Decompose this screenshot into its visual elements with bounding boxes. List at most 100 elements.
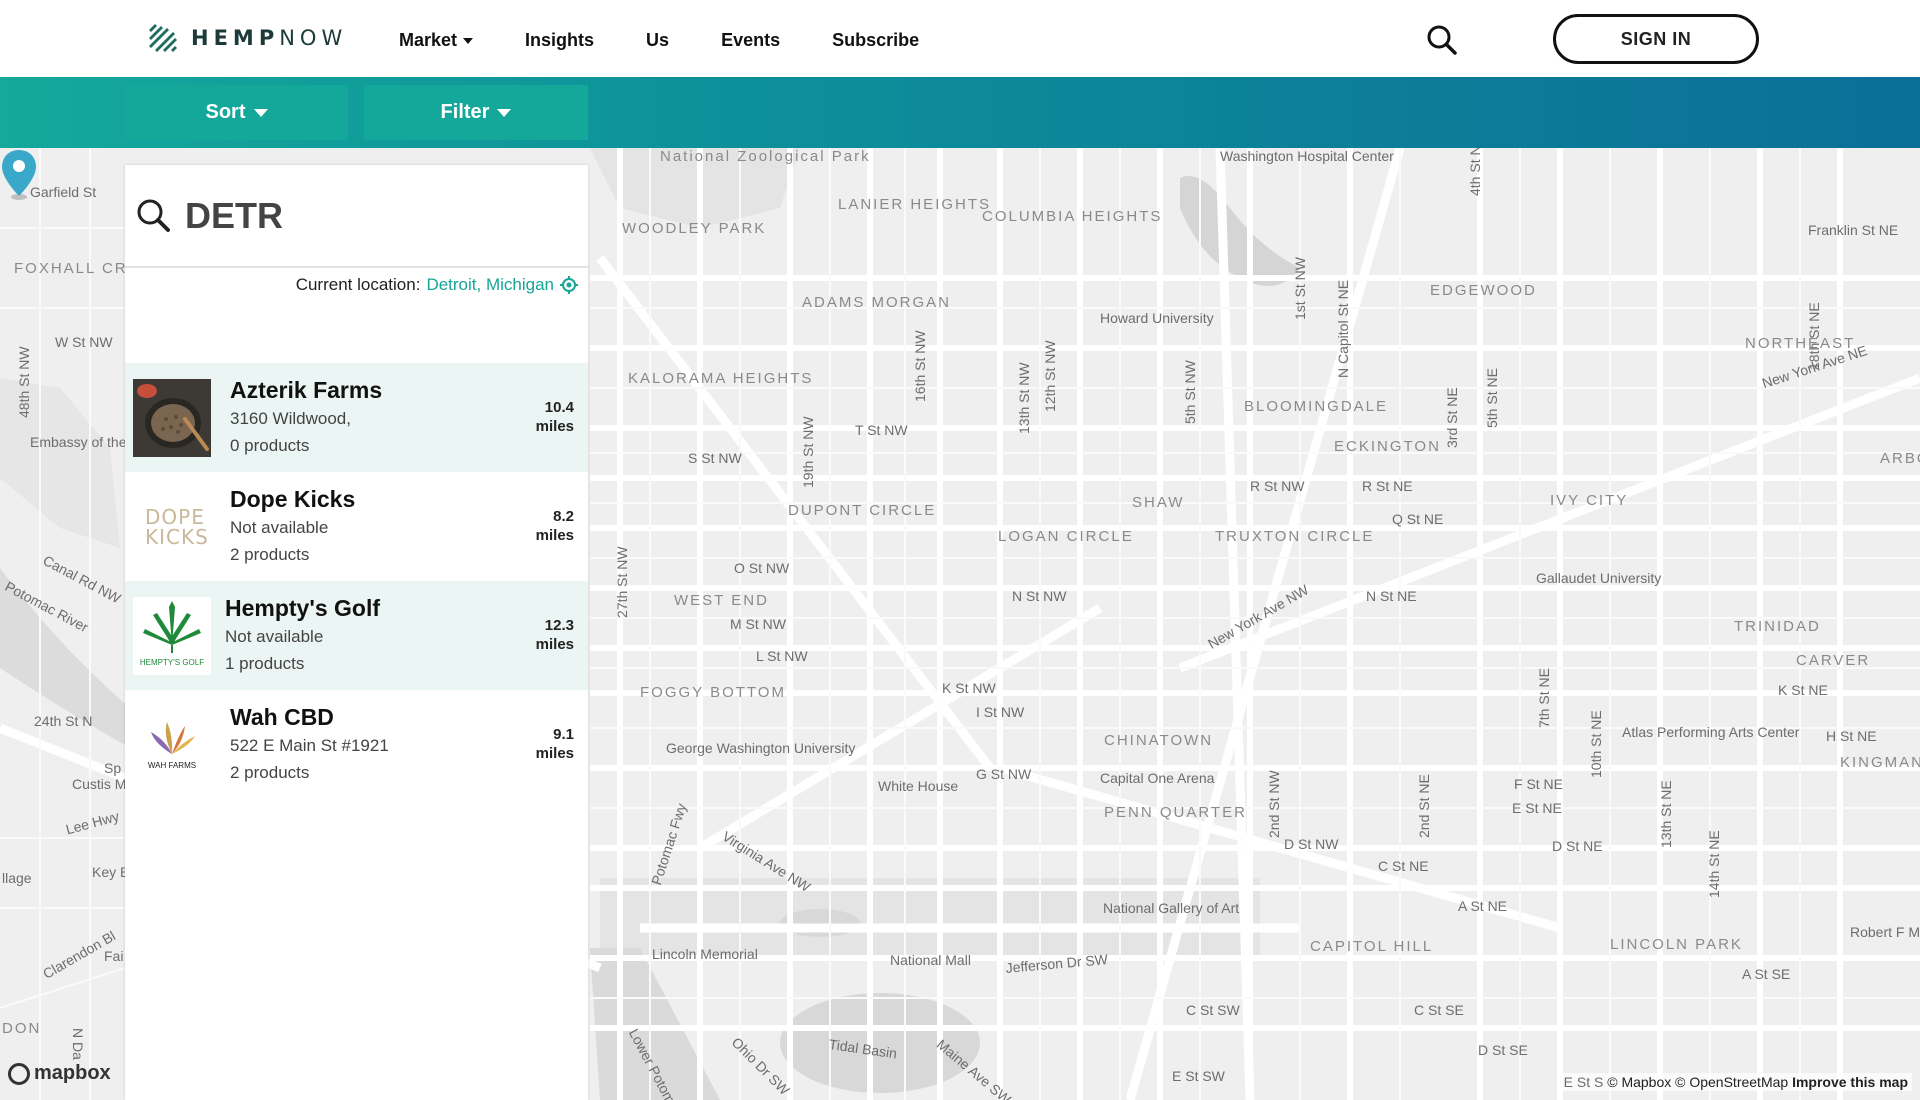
result-address: Not available [230, 518, 329, 537]
map-label: 12th St NW [1042, 340, 1058, 412]
result-distance: 9.1 miles [536, 725, 574, 763]
hempnow-logo[interactable]: HEMPNOW [147, 22, 347, 54]
attribution-prefix: E St S [1563, 1074, 1604, 1090]
nav-subscribe[interactable]: Subscribe [832, 30, 919, 51]
sort-button[interactable]: Sort [125, 85, 348, 140]
list-item[interactable]: DOPE KICKS Dope Kicks Not available 2 pr… [125, 472, 588, 581]
sign-in-button[interactable]: SIGN IN [1553, 14, 1759, 64]
attribution-osm-link[interactable]: © OpenStreetMap [1675, 1074, 1788, 1090]
dope-kicks-logo: DOPE KICKS [145, 505, 209, 549]
result-address: Not available [225, 627, 324, 646]
map-label: R St NE [1362, 478, 1413, 494]
map-label: 27th St NW [614, 546, 630, 618]
nav-market-label: Market [399, 30, 458, 50]
result-distance: 8.2 miles [536, 507, 574, 545]
map-label: COLUMBIA HEIGHTS [982, 208, 1163, 225]
caret-down-icon [253, 108, 268, 117]
map-label: EDGEWOOD [1430, 282, 1537, 299]
map-label: A St NE [1458, 898, 1508, 914]
map-label: 4th St NE [1467, 148, 1483, 196]
map-label: KINGMAN PARK [1840, 754, 1920, 771]
map-label: ARBOR [1880, 450, 1920, 467]
filter-toolbar: Sort Filter [0, 77, 1920, 148]
map-label: R St NW [1250, 478, 1305, 494]
list-item[interactable]: Azterik Farms 3160 Wildwood, 0 products … [125, 363, 588, 472]
map-label: DON [2, 1020, 42, 1037]
map-label: Franklin St NE [1808, 222, 1899, 238]
result-name: Hempty's Golf [225, 595, 380, 621]
result-address: 522 E Main St #1921 [230, 736, 389, 755]
list-item[interactable]: HEMPTY'S GOLF Hempty's Golf Not availabl… [125, 581, 588, 690]
map-label: K St NW [942, 680, 996, 696]
crosshair-location-icon[interactable] [560, 276, 578, 294]
hemp-seeds-image [133, 379, 211, 457]
map-label: 3rd St NE [1444, 387, 1460, 448]
hemp-leaf-logo: HEMPTY'S GOLF [140, 601, 204, 667]
map-label: LOGAN CIRCLE [998, 528, 1134, 545]
map-label: E St SW [1172, 1068, 1225, 1084]
map-label: SHAW [1132, 494, 1185, 511]
map-label: Custis M [72, 776, 127, 792]
distance-value: 9.1 [553, 726, 574, 743]
map-label: 2nd St NW [1266, 770, 1282, 838]
map-label: N Capitol St NE [1335, 279, 1351, 378]
map-label: Capital One Arena [1100, 770, 1215, 786]
map-label: TRUXTON CIRCLE [1215, 528, 1375, 545]
map-label: TRINIDAD [1734, 618, 1821, 635]
map-label: S St NW [688, 450, 742, 466]
map-label: 5th St NW [1182, 360, 1198, 424]
search-icon [137, 199, 170, 232]
location-city-link[interactable]: Detroit, Michigan [426, 275, 554, 295]
nav-us[interactable]: Us [646, 30, 669, 51]
improve-map-link[interactable]: Improve this map [1792, 1074, 1908, 1090]
map-label: ECKINGTON [1334, 438, 1441, 455]
map-label: C St SW [1186, 1002, 1240, 1018]
map-label: 13th St NE [1658, 780, 1674, 848]
map-label: FOGGY BOTTOM [640, 684, 786, 701]
map-label: CARVER [1796, 652, 1871, 669]
map-label: 19th St NW [800, 416, 816, 488]
map-label: Q St NE [1392, 511, 1444, 527]
list-item[interactable]: WAH FARMS Wah CBD 522 E Main St #1921 2 … [125, 690, 588, 799]
map-label: George Washington University [666, 740, 856, 756]
filter-label: Filter [440, 101, 490, 123]
map-label: National Mall [890, 952, 971, 968]
map-label: WOODLEY PARK [622, 220, 767, 237]
search-icon[interactable] [1426, 24, 1458, 56]
map-label: Lincoln Memorial [652, 946, 758, 962]
hemptys-golf-logo-text: HEMPTY'S GOLF [140, 658, 204, 667]
mapbox-logo[interactable]: mapbox [8, 1062, 111, 1085]
map-label: Gallaudet University [1536, 570, 1662, 586]
map-label: 48th St NW [16, 346, 32, 418]
nav-insights[interactable]: Insights [525, 30, 594, 51]
map-label: 14th St NE [1706, 830, 1722, 898]
results-panel: Current location: Detroit, Michigan [125, 165, 588, 1100]
map-label: WEST END [674, 592, 769, 609]
map-label: M St NW [730, 616, 786, 632]
distance-value: 10.4 [544, 399, 574, 416]
map-pin-icon[interactable] [0, 148, 38, 200]
map-label: DUPONT CIRCLE [788, 502, 937, 519]
sort-label: Sort [205, 101, 246, 123]
filter-button[interactable]: Filter [364, 85, 588, 140]
map-label: N St NW [1012, 588, 1067, 604]
map-label: CAPITOL HILL [1310, 938, 1434, 955]
attribution-mapbox-link[interactable]: © Mapbox [1607, 1074, 1671, 1090]
result-distance: 12.3 miles [536, 616, 574, 654]
wah-farms-logo-text: WAH FARMS [148, 761, 196, 770]
map-label: ADAMS MORGAN [802, 294, 952, 311]
map-label: 24th St N [34, 713, 93, 729]
logo-wordmark: HEMPNOW [191, 26, 348, 50]
map-label: Washington Hospital Center [1220, 148, 1394, 164]
wah-cbd-thumbnail: WAH FARMS [133, 706, 211, 784]
distance-value: 8.2 [553, 508, 574, 525]
caret-down-icon [463, 37, 474, 44]
map-label: D St SE [1478, 1042, 1528, 1058]
azterik-farms-thumbnail [133, 379, 211, 457]
distance-value: 12.3 [544, 617, 574, 634]
nav-market[interactable]: Market [399, 30, 474, 51]
wah-farms-logo: WAH FARMS [148, 722, 196, 770]
nav-events[interactable]: Events [721, 30, 780, 51]
search-input[interactable] [185, 191, 565, 241]
current-location: Current location: Detroit, Michigan [296, 275, 578, 295]
